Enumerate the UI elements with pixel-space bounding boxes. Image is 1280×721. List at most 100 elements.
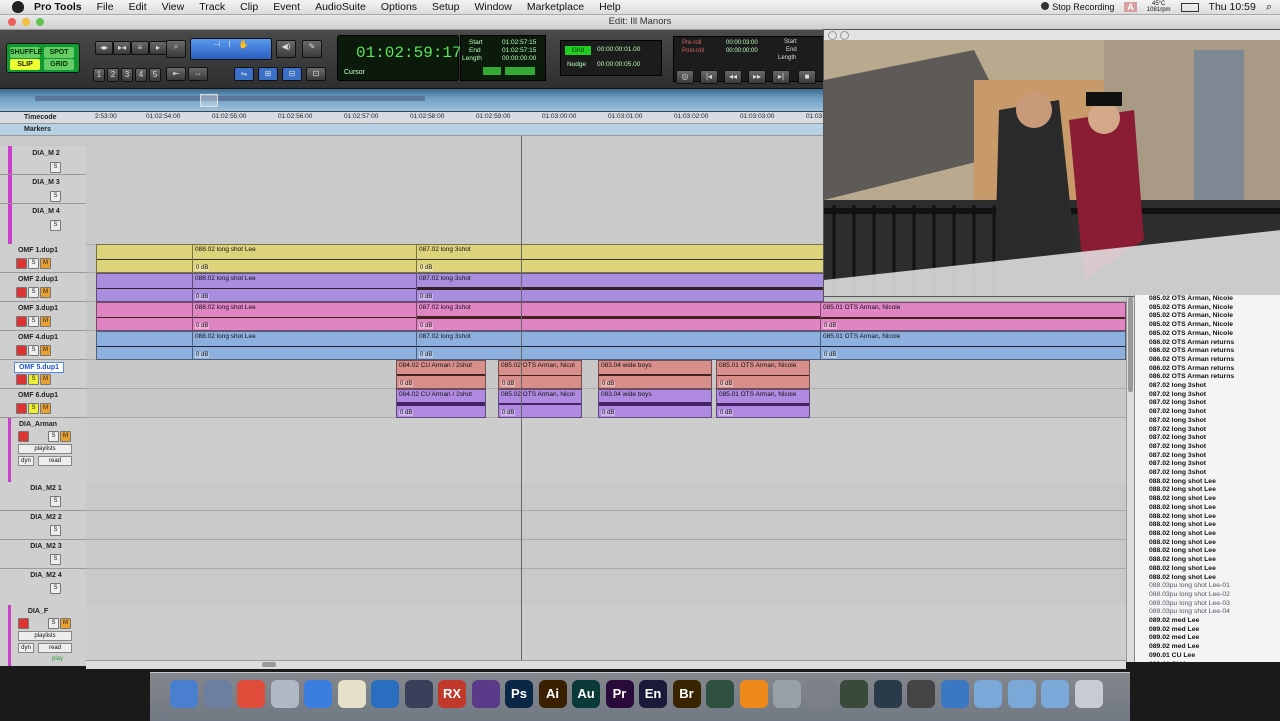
zoom-preset-5[interactable]: 5 xyxy=(149,68,161,82)
zoom-preset-2[interactable]: 2 xyxy=(107,68,119,82)
itunes-icon[interactable] xyxy=(304,680,332,708)
shuffle-mode-button[interactable]: SHUFFLE xyxy=(10,47,42,58)
solo-button[interactable]: S xyxy=(28,258,39,269)
clip-list-item[interactable]: 087.02 long 3shot xyxy=(1135,391,1280,400)
clip-list-item[interactable]: 086.02 OTS Arman returns xyxy=(1135,347,1280,356)
solo-button[interactable]: S xyxy=(50,525,61,536)
clip-list-item[interactable]: 087.02 long 3shot xyxy=(1135,399,1280,408)
clip-list-item[interactable]: 089.02 med Lee xyxy=(1135,634,1280,643)
clip-list-item[interactable]: 088.02 long shot Lee xyxy=(1135,513,1280,522)
record-arm-button[interactable] xyxy=(18,431,29,442)
track-name[interactable]: DIA_M2 1 xyxy=(22,484,70,493)
track-name[interactable]: OMF 2.dup1 xyxy=(14,275,62,284)
settings-icon[interactable] xyxy=(806,680,835,708)
insertion-follows-icon[interactable]: ⇋ xyxy=(234,67,254,81)
automation-mode-button[interactable]: read xyxy=(38,456,72,466)
mute-button[interactable]: M xyxy=(40,287,51,298)
close-window-icon[interactable] xyxy=(8,18,16,26)
lane-omf5[interactable]: 084.02 CU Arman / 2shot 0 dB 085.02 OTS A… xyxy=(86,360,1126,389)
track-header-omf3[interactable]: OMF 3.dup1 S M xyxy=(0,302,86,331)
universe-overview[interactable] xyxy=(0,89,823,112)
menu-window[interactable]: Window xyxy=(475,1,512,13)
solo-button[interactable]: S xyxy=(50,220,61,231)
video-close-icon[interactable] xyxy=(828,31,837,40)
audio-clip[interactable]: 087.02 long 3shot 0 dB xyxy=(416,331,822,360)
folder-apps-icon[interactable] xyxy=(974,680,1002,708)
automator-icon[interactable] xyxy=(773,680,801,708)
track-name[interactable]: DIA_M 4 xyxy=(22,207,70,216)
rewind-icon[interactable]: ◂◂ xyxy=(724,70,742,84)
clip-list-item[interactable]: 088.02 long shot Lee xyxy=(1135,547,1280,556)
audio-clip[interactable]: 085.01 OTS Arman, Nicole 0 dB xyxy=(716,389,810,418)
clip-list-item[interactable]: 087.02 long 3shot xyxy=(1135,452,1280,461)
clip-list-item[interactable]: 088.02 long shot Lee xyxy=(1135,556,1280,565)
lane-omf6[interactable]: 084.02 CU Arman / 2shot 0 dB 085.02 OTS A… xyxy=(86,389,1126,418)
record-arm-button[interactable] xyxy=(16,316,27,327)
solo-button[interactable]: S xyxy=(28,374,39,385)
clip-list-item[interactable]: 088.02 long shot Lee xyxy=(1135,504,1280,513)
trim-tool-icon[interactable]: ⊣ xyxy=(213,40,220,49)
folder-downloads-icon[interactable] xyxy=(1041,680,1069,708)
bridge-icon[interactable]: Br xyxy=(672,680,701,708)
postroll-value[interactable]: 00:00:00:00 xyxy=(726,48,758,54)
lane-dia-m2-3[interactable] xyxy=(86,540,1126,569)
dyn-button[interactable]: dyn xyxy=(18,643,34,653)
fast-forward-icon[interactable]: ▸▸ xyxy=(748,70,766,84)
tool-icon[interactable] xyxy=(907,680,935,708)
solo-button[interactable]: S xyxy=(50,162,61,173)
globe-icon[interactable] xyxy=(371,680,399,708)
lane-omf4[interactable]: 088.02 long shot Lee 0 dB 087.02 long 3sh… xyxy=(86,331,1126,360)
stop-recording-button[interactable]: Stop Recording xyxy=(1041,2,1114,12)
timecode-ruler[interactable]: Timecode 2:53:00 01:02:54:00 01:02:55:00… xyxy=(0,112,824,124)
script-icon[interactable] xyxy=(337,680,366,708)
track-header-dia-m4[interactable]: DIA_M 4 S xyxy=(0,204,86,245)
mute-button[interactable]: M xyxy=(60,431,71,442)
zoom-vertical-icon[interactable]: ≡ xyxy=(131,41,149,55)
zoom-preset-4[interactable]: 4 xyxy=(135,68,147,82)
trash-icon[interactable] xyxy=(1074,680,1103,708)
audio-clip[interactable]: 088.02 long shot Lee 0 dB xyxy=(192,331,418,360)
audio-clip[interactable] xyxy=(96,273,194,302)
stop-icon[interactable]: ■ xyxy=(798,70,816,84)
lane-dia-m2-1[interactable] xyxy=(86,482,1126,511)
slate-icon[interactable] xyxy=(471,680,500,708)
menu-event[interactable]: Event xyxy=(273,1,300,13)
clip-list[interactable]: 085.02 OTS Arman, Nicole 085.02 OTS Arman… xyxy=(1134,295,1280,662)
sel-end-value[interactable]: 01:02:57:15 xyxy=(502,47,536,54)
selector-tool-icon[interactable]: I xyxy=(228,40,230,49)
record-arm-button[interactable] xyxy=(16,345,27,356)
track-header-omf6[interactable]: OMF 6.dup1 S M xyxy=(0,389,86,418)
track-name[interactable]: OMF 5.dup1 xyxy=(14,362,64,373)
video-zoom-icon[interactable] xyxy=(840,31,849,40)
preview-icon[interactable] xyxy=(270,680,299,708)
link-track-icon[interactable]: ⊞ xyxy=(258,67,278,81)
clip-list-item[interactable]: 090.01 CU Lee xyxy=(1135,661,1280,662)
clip-list-item[interactable]: 088.02 long shot Lee xyxy=(1135,565,1280,574)
sel-start-value[interactable]: 01:02:57:15 xyxy=(502,39,536,46)
return-to-zero-icon[interactable]: |◂ xyxy=(700,70,718,84)
mute-button[interactable]: M xyxy=(40,258,51,269)
finder-icon[interactable] xyxy=(170,680,198,708)
track-header-dia-m2-2[interactable]: DIA_M2 2 S xyxy=(0,511,86,540)
track-name[interactable]: OMF 6.dup1 xyxy=(14,391,62,400)
audio-clip[interactable]: 088.02 long shot Lee 0 dB xyxy=(192,244,418,273)
track-name[interactable]: OMF 4.dup1 xyxy=(14,333,62,342)
track-name[interactable]: DIA_M 2 xyxy=(22,149,70,158)
audio-clip[interactable]: 084.02 CU Arman / 2shot 0 dB xyxy=(396,360,486,389)
premiere-icon[interactable]: Pr xyxy=(605,680,634,708)
clip-list-item[interactable]: 087.02 long 3shot xyxy=(1135,460,1280,469)
dyn-button[interactable]: dyn xyxy=(18,456,34,466)
folder-docs-icon[interactable] xyxy=(1007,680,1036,708)
track-name[interactable]: DIA_M2 3 xyxy=(22,542,70,551)
clip-list-item[interactable]: 086.02 OTS Arman returns xyxy=(1135,339,1280,348)
adobe-icon[interactable]: A xyxy=(1124,2,1137,12)
keyboard-focus-icon[interactable]: ⊡ xyxy=(306,67,326,81)
audio-clip[interactable]: 083.04 wide boys 0 dB xyxy=(598,360,712,389)
track-header-dia-m2[interactable]: DIA_M 2 S xyxy=(0,146,86,175)
mute-button[interactable]: M xyxy=(40,345,51,356)
solo-button[interactable]: S xyxy=(48,618,59,629)
mirror-midi-icon[interactable]: ⊟ xyxy=(282,67,302,81)
menu-marketplace[interactable]: Marketplace xyxy=(527,1,584,13)
grid-mode-button[interactable]: GRID xyxy=(44,59,74,70)
solo-button[interactable]: S xyxy=(28,403,39,414)
